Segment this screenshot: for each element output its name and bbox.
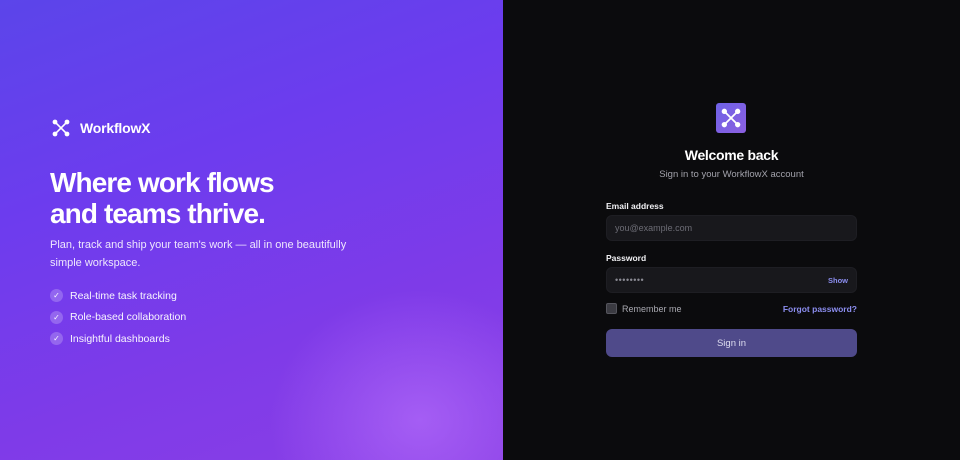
email-field-wrapper bbox=[606, 215, 857, 241]
login-panel: Welcome back Sign in to your WorkflowX a… bbox=[503, 0, 960, 460]
email-field[interactable] bbox=[615, 223, 848, 233]
brand-name: WorkflowX bbox=[80, 120, 151, 136]
login-subtitle: Sign in to your WorkflowX account bbox=[659, 169, 804, 180]
check-icon: ✓ bbox=[50, 310, 63, 324]
network-nodes-icon bbox=[52, 119, 70, 137]
remember-me[interactable]: Remember me bbox=[606, 303, 682, 314]
feature-item: ✓ Real-time task tracking bbox=[50, 285, 186, 307]
check-icon: ✓ bbox=[50, 332, 63, 346]
brand: WorkflowX bbox=[52, 119, 150, 137]
marketing-panel: WorkflowX Where work flows and teams thr… bbox=[0, 0, 503, 460]
feature-label: Insightful dashboards bbox=[70, 332, 170, 345]
remember-me-label: Remember me bbox=[622, 303, 682, 314]
show-password-button[interactable]: Show bbox=[828, 276, 848, 285]
app-logo bbox=[716, 103, 746, 133]
hero-line-1: Where work flows bbox=[50, 167, 275, 198]
hero-subtitle: Plan, track and ship your team's work — … bbox=[50, 239, 347, 269]
feature-label: Role-based collaboration bbox=[70, 311, 187, 324]
password-label: Password bbox=[606, 253, 647, 263]
network-nodes-icon bbox=[721, 108, 741, 128]
sign-in-button[interactable]: Sign in bbox=[606, 329, 857, 357]
feature-label: Real-time task tracking bbox=[70, 289, 177, 302]
remember-me-checkbox[interactable] bbox=[606, 303, 617, 314]
forgot-password-link[interactable]: Forgot password? bbox=[783, 304, 857, 314]
login-title: Welcome back bbox=[684, 147, 779, 163]
password-field[interactable]: •••••••• Show bbox=[606, 267, 857, 293]
feature-item: ✓ Insightful dashboards bbox=[50, 328, 186, 350]
hero-line-2: and teams thrive. bbox=[50, 198, 266, 229]
password-value: •••••••• bbox=[615, 275, 645, 285]
email-label: Email address bbox=[606, 201, 664, 211]
feature-item: ✓ Role-based collaboration bbox=[50, 307, 186, 329]
feature-list: ✓ Real-time task tracking ✓ Role-based c… bbox=[50, 285, 186, 350]
check-icon: ✓ bbox=[50, 289, 63, 303]
hero-heading: Where work flows and teams thrive. bbox=[50, 167, 370, 229]
